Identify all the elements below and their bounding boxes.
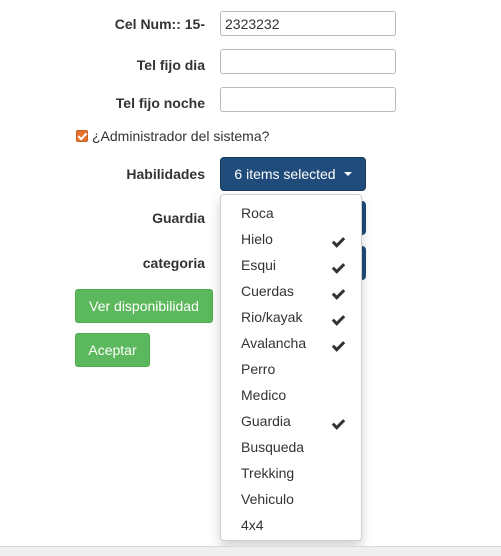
dropdown-item-vehiculo[interactable]: Vehiculo bbox=[221, 486, 361, 512]
dropdown-item-cuerdas[interactable]: Cuerdas bbox=[221, 278, 361, 304]
dropdown-item-label: Hielo bbox=[241, 231, 273, 247]
dropdown-item-trekking[interactable]: Trekking bbox=[221, 460, 361, 486]
check-icon bbox=[331, 286, 346, 300]
dropdown-item-label: Busqueda bbox=[241, 439, 305, 455]
tel-fijo-noche-label: Tel fijo noche bbox=[115, 95, 205, 111]
check-icon bbox=[331, 338, 346, 352]
dropdown-item-esqui[interactable]: Esqui bbox=[221, 252, 361, 278]
dropdown-item-busqueda[interactable]: Busqueda bbox=[221, 434, 361, 460]
dropdown-item-guardia[interactable]: Guardia bbox=[221, 408, 361, 434]
dropdown-item-label: Cuerdas bbox=[241, 283, 294, 299]
dropdown-item-hielo[interactable]: Hielo bbox=[221, 226, 361, 252]
dropdown-item-label: Rio/kayak bbox=[241, 309, 303, 325]
dropdown-item-label: Esqui bbox=[241, 257, 277, 273]
cel-num-label: Cel Num:: 15- bbox=[114, 16, 205, 32]
dropdown-item-label: Guardia bbox=[241, 413, 291, 429]
dropdown-item-rio-kayak[interactable]: Rio/kayak bbox=[221, 304, 361, 330]
dropdown-item-label: Avalancha bbox=[241, 335, 307, 351]
dropdown-item-4x4[interactable]: 4x4 bbox=[221, 512, 361, 538]
dropdown-item-roca[interactable]: Roca bbox=[221, 200, 361, 226]
habilidades-selected-text: 6 items selected bbox=[234, 166, 336, 182]
ver-disponibilidad-label: Ver disponibilidad bbox=[89, 298, 199, 314]
admin-checkbox-label: ¿Administrador del sistema? bbox=[92, 128, 270, 144]
check-icon bbox=[331, 260, 346, 274]
dropdown-item-perro[interactable]: Perro bbox=[221, 356, 361, 382]
dropdown-item-label: Trekking bbox=[241, 465, 295, 481]
habilidades-dropdown-menu: Roca Hielo Esqui Cuerdas Rio/kayak Avala… bbox=[220, 194, 362, 541]
check-icon bbox=[331, 312, 346, 326]
dropdown-item-label: 4x4 bbox=[241, 517, 264, 533]
tel-fijo-noche-input[interactable] bbox=[220, 87, 396, 112]
ver-disponibilidad-button[interactable]: Ver disponibilidad bbox=[75, 289, 213, 323]
admin-checkbox-row[interactable]: ¿Administrador del sistema? bbox=[76, 127, 269, 145]
window-bottom-edge bbox=[0, 546, 501, 556]
dropdown-item-medico[interactable]: Medico bbox=[221, 382, 361, 408]
aceptar-label: Aceptar bbox=[88, 342, 137, 358]
check-icon bbox=[331, 234, 346, 248]
dropdown-item-label: Roca bbox=[241, 205, 274, 221]
caret-down-icon bbox=[343, 172, 352, 176]
habilidades-multiselect-button[interactable]: 6 items selected bbox=[220, 157, 366, 191]
habilidades-label: Habilidades bbox=[126, 166, 205, 182]
check-icon bbox=[331, 416, 346, 430]
dropdown-item-label: Perro bbox=[241, 361, 276, 377]
admin-checkbox[interactable] bbox=[76, 130, 88, 142]
guardia-label: Guardia bbox=[152, 210, 205, 226]
cel-num-input[interactable] bbox=[220, 11, 396, 36]
aceptar-button[interactable]: Aceptar bbox=[75, 333, 150, 367]
categoria-label: categoria bbox=[142, 255, 205, 271]
tel-fijo-dia-input[interactable] bbox=[220, 49, 396, 74]
dropdown-item-label: Medico bbox=[241, 387, 287, 403]
dropdown-item-avalancha[interactable]: Avalancha bbox=[221, 330, 361, 356]
tel-fijo-dia-label: Tel fijo dia bbox=[136, 57, 205, 73]
dropdown-item-label: Vehiculo bbox=[241, 491, 294, 507]
